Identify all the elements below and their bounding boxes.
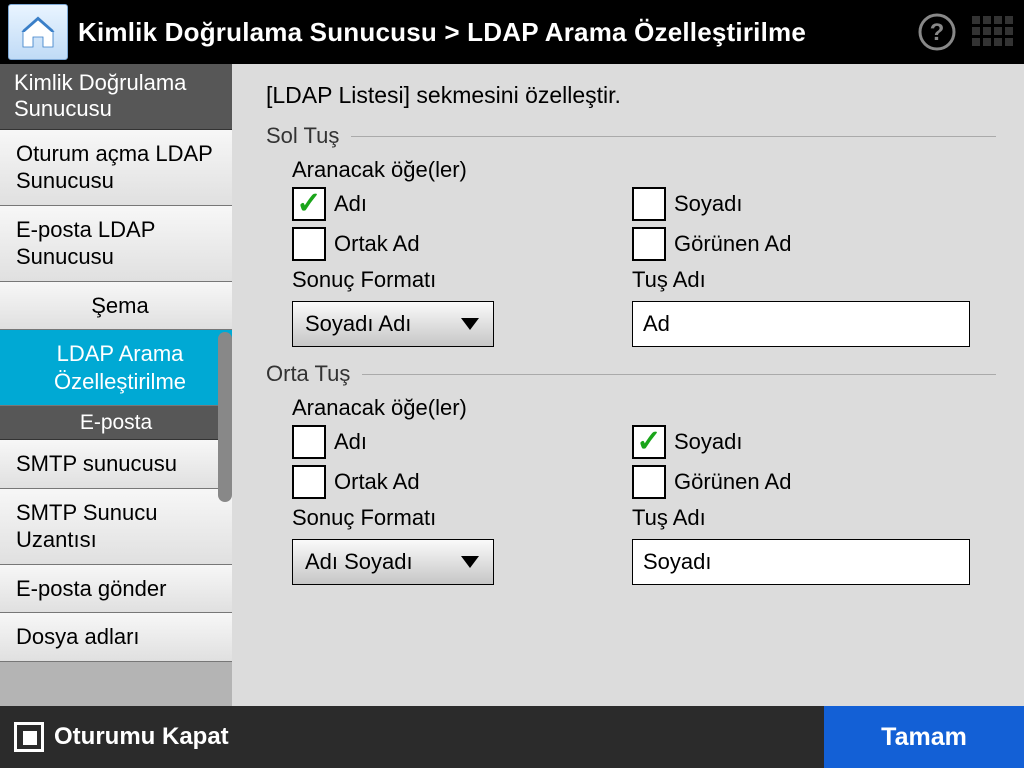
chevron-down-icon	[461, 318, 479, 330]
page-intro: [LDAP Listesi] sekmesini özelleştir.	[266, 82, 996, 109]
checkbox-display-name-left[interactable]: Görünen Ad	[632, 227, 962, 261]
group-title-middle: Orta Tuş	[266, 361, 350, 387]
format-select-left[interactable]: Soyadı Adı	[292, 301, 494, 347]
keyname-label-left: Tuş Adı	[632, 267, 972, 293]
content-pane: [LDAP Listesi] sekmesini özelleştir. Sol…	[232, 64, 1024, 706]
items-label-middle: Aranacak öğe(ler)	[292, 395, 996, 421]
check-icon	[632, 425, 666, 459]
footer: Oturumu Kapat Tamam	[0, 706, 1024, 768]
check-icon	[292, 465, 326, 499]
group-left-key: Sol Tuş Aranacak öğe(ler) Adı Soyadı	[266, 123, 996, 347]
sidebar-item-filenames[interactable]: Dosya adları	[0, 613, 232, 662]
sidebar-item-login-ldap[interactable]: Oturum açma LDAP Sunucusu	[0, 130, 232, 206]
sidebar-group-email: E-posta	[0, 406, 232, 440]
header: Kimlik Doğrulama Sunucusu > LDAP Arama Ö…	[0, 0, 1024, 64]
keyname-label-middle: Tuş Adı	[632, 505, 972, 531]
group-title-left: Sol Tuş	[266, 123, 339, 149]
logout-button[interactable]: Oturumu Kapat	[0, 706, 243, 768]
format-label-left: Sonuç Formatı	[292, 267, 632, 293]
sidebar-item-send-email[interactable]: E-posta gönder	[0, 565, 232, 614]
sidebar-item-smtp-server[interactable]: SMTP sunucusu	[0, 440, 232, 489]
keyname-input-left[interactable]: Ad	[632, 301, 970, 347]
checkbox-label: Görünen Ad	[674, 469, 791, 495]
keyboard-button[interactable]	[968, 7, 1018, 57]
checkbox-first-name-middle[interactable]: Adı	[292, 425, 632, 459]
input-value: Ad	[643, 311, 670, 337]
sidebar-item-email-ldap[interactable]: E-posta LDAP Sunucusu	[0, 206, 232, 282]
keyname-input-middle[interactable]: Soyadı	[632, 539, 970, 585]
check-icon	[292, 187, 326, 221]
svg-text:?: ?	[930, 19, 945, 46]
help-icon: ?	[917, 12, 957, 52]
sidebar-scrollbar[interactable]	[218, 332, 232, 502]
input-value: Soyadı	[643, 549, 712, 575]
check-icon	[292, 425, 326, 459]
format-label-middle: Sonuç Formatı	[292, 505, 632, 531]
check-icon	[632, 187, 666, 221]
sidebar-group-auth: Kimlik Doğrulama Sunucusu	[0, 64, 232, 130]
sidebar-item-ldap-search-customize[interactable]: LDAP Arama Özelleştirilme	[0, 330, 232, 406]
checkbox-common-name-left[interactable]: Ortak Ad	[292, 227, 632, 261]
home-button[interactable]	[8, 4, 68, 60]
keyboard-icon	[972, 16, 1014, 48]
ok-button[interactable]: Tamam	[824, 706, 1024, 768]
group-middle-key: Orta Tuş Aranacak öğe(ler) Adı Soyadı	[266, 361, 996, 585]
select-value: Adı Soyadı	[305, 549, 413, 575]
checkbox-label: Adı	[334, 191, 367, 217]
check-icon	[632, 465, 666, 499]
check-icon	[292, 227, 326, 261]
checkbox-last-name-middle[interactable]: Soyadı	[632, 425, 962, 459]
ok-label: Tamam	[881, 723, 967, 752]
sidebar-item-schema[interactable]: Şema	[0, 282, 232, 331]
checkbox-label: Ortak Ad	[334, 469, 420, 495]
sidebar-item-smtp-ext[interactable]: SMTP Sunucu Uzantısı	[0, 489, 232, 565]
breadcrumb-title: Kimlik Doğrulama Sunucusu > LDAP Arama Ö…	[78, 17, 912, 48]
help-button[interactable]: ?	[912, 7, 962, 57]
checkbox-first-name-left[interactable]: Adı	[292, 187, 632, 221]
checkbox-display-name-middle[interactable]: Görünen Ad	[632, 465, 962, 499]
checkbox-label: Soyadı	[674, 191, 743, 217]
format-select-middle[interactable]: Adı Soyadı	[292, 539, 494, 585]
checkbox-label: Ortak Ad	[334, 231, 420, 257]
logout-icon	[14, 722, 44, 752]
logout-label: Oturumu Kapat	[54, 723, 229, 751]
checkbox-label: Adı	[334, 429, 367, 455]
items-label-left: Aranacak öğe(ler)	[292, 157, 996, 183]
checkbox-last-name-left[interactable]: Soyadı	[632, 187, 962, 221]
chevron-down-icon	[461, 556, 479, 568]
divider	[351, 136, 996, 137]
checkbox-common-name-middle[interactable]: Ortak Ad	[292, 465, 632, 499]
home-icon	[18, 12, 58, 52]
check-icon	[632, 227, 666, 261]
sidebar: Kimlik Doğrulama Sunucusu Oturum açma LD…	[0, 64, 232, 706]
divider	[362, 374, 996, 375]
checkbox-label: Görünen Ad	[674, 231, 791, 257]
checkbox-label: Soyadı	[674, 429, 743, 455]
select-value: Soyadı Adı	[305, 311, 411, 337]
